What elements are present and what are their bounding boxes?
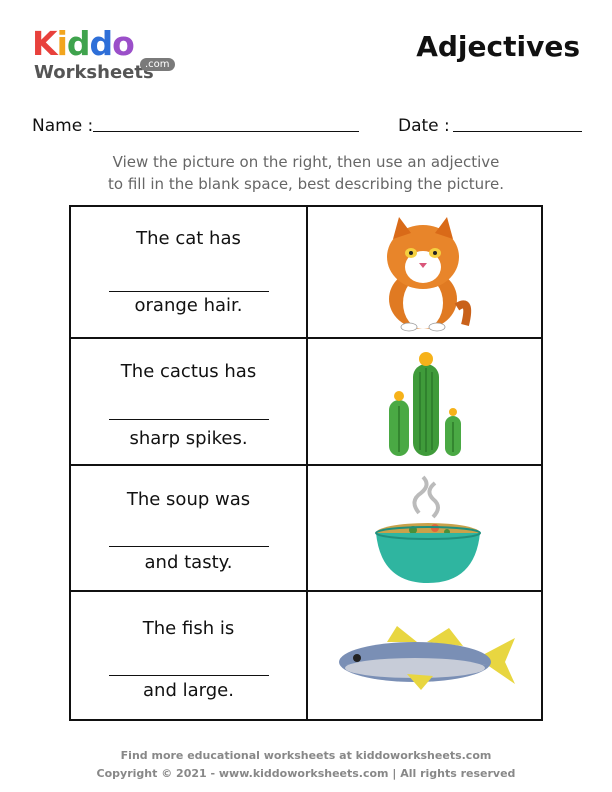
brand-logo: Kiddo Worksheets .com (32, 26, 182, 86)
row-divider (71, 337, 541, 339)
answer-blank[interactable] (109, 546, 269, 547)
instructions-line: to fill in the blank space, best describ… (108, 175, 504, 193)
answer-blank[interactable] (109, 291, 269, 292)
exercise-table: The cat has orange hair. The cactus has … (69, 205, 543, 721)
logo-badge: .com (140, 58, 175, 71)
logo-letter: o (112, 24, 135, 63)
logo-letter: d (66, 24, 91, 63)
logo-letter: K (32, 24, 58, 63)
row-ending: and tasty. (144, 552, 233, 573)
date-label: Date : (398, 116, 450, 136)
name-field[interactable] (93, 131, 359, 132)
fish-icon (339, 626, 515, 690)
answer-blank[interactable] (109, 419, 269, 420)
row-ending: orange hair. (134, 295, 243, 316)
cactus-icon (389, 352, 461, 456)
cat-icon (387, 217, 472, 332)
answer-blank[interactable] (109, 675, 269, 676)
logo-letter: i (56, 24, 68, 63)
instructions-line: View the picture on the right, then use … (112, 153, 500, 171)
column-divider (306, 207, 308, 719)
date-field[interactable] (453, 131, 582, 132)
row-ending: sharp spikes. (129, 428, 248, 449)
row-prompt: The cat has (136, 228, 241, 249)
row-prompt: The soup was (126, 489, 251, 510)
row-divider (71, 464, 541, 466)
row-prompt: The fish is (142, 618, 235, 639)
row-divider (71, 590, 541, 592)
logo-wordmark: Kiddo (32, 24, 135, 63)
logo-letter: d (89, 24, 114, 63)
row-ending: and large. (143, 680, 234, 701)
row-prompt: The cactus has (120, 361, 257, 382)
instructions: View the picture on the right, then use … (40, 151, 572, 195)
page-title: Adjectives (416, 30, 580, 63)
footer-line: Find more educational worksheets at kidd… (120, 749, 492, 762)
footer-copyright: Copyright © 2021 - www.kiddoworksheets.c… (96, 767, 516, 780)
name-label: Name : (32, 116, 94, 136)
logo-subtitle: Worksheets (34, 62, 154, 83)
soup-bowl-icon (375, 475, 481, 583)
